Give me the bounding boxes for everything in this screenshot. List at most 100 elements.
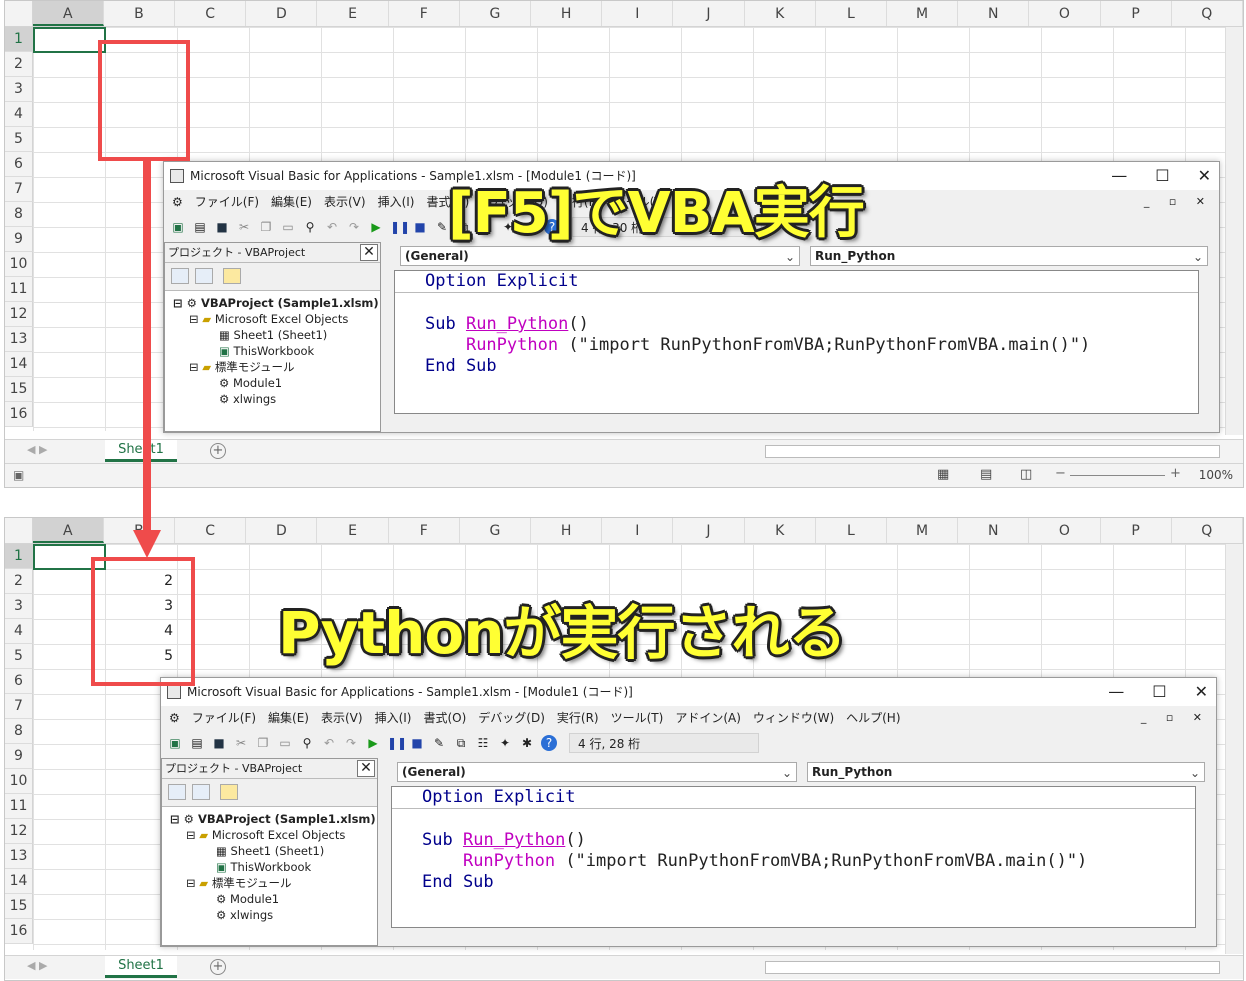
close-icon[interactable]: ✕ <box>357 760 375 777</box>
column-header-c[interactable]: C <box>175 518 247 543</box>
menu-run[interactable]: 実行(R) <box>557 706 599 730</box>
column-header-h[interactable]: H <box>531 1 603 26</box>
code-vertical-scrollbar[interactable] <box>1198 786 1214 928</box>
row-header-13[interactable]: 13 <box>5 844 33 869</box>
column-header-m[interactable]: M <box>887 518 959 543</box>
stop-icon[interactable]: ■ <box>412 219 428 235</box>
row-header-6[interactable]: 6 <box>5 669 33 694</box>
menu-file[interactable]: ファイル(F) <box>192 706 256 730</box>
sheet-tab-sheet1[interactable]: Sheet1 <box>105 956 177 978</box>
column-header-l[interactable]: L <box>816 518 887 543</box>
column-header-o[interactable]: O <box>1029 1 1101 26</box>
menu-insert[interactable]: 挿入(I) <box>375 706 412 730</box>
row-header-10[interactable]: 10 <box>5 769 33 794</box>
redo-icon[interactable]: ↷ <box>346 219 362 235</box>
row-header-8[interactable]: 8 <box>5 202 33 227</box>
object-browser-icon[interactable]: ✦ <box>497 735 513 751</box>
menu-view[interactable]: 表示(V) <box>324 190 366 214</box>
run-icon[interactable]: ▶ <box>368 219 384 235</box>
stop-icon[interactable]: ■ <box>409 735 425 751</box>
horizontal-scrollbar[interactable] <box>765 961 1220 974</box>
row-header-15[interactable]: 15 <box>5 377 33 402</box>
tree-item-module1[interactable]: ⚙ Module1 <box>167 375 378 391</box>
row-header-1[interactable]: 1 <box>5 544 33 569</box>
row-header-5[interactable]: 5 <box>5 644 33 669</box>
column-header-m[interactable]: M <box>887 1 959 26</box>
save-icon[interactable]: ■ <box>214 219 230 235</box>
tree-item-xlwings[interactable]: ⚙ xlwings <box>164 907 375 923</box>
view-code-icon[interactable] <box>168 784 186 800</box>
normal-view-icon[interactable]: ▦ <box>937 467 949 482</box>
column-header-q[interactable]: Q <box>1172 1 1243 26</box>
row-header-2[interactable]: 2 <box>5 52 33 77</box>
menu-icon[interactable]: ⚙ <box>169 706 180 730</box>
mdi-controls[interactable]: _ ▫ ✕ <box>1144 190 1213 214</box>
menu-file[interactable]: ファイル(F) <box>195 190 259 214</box>
tree-item-module1[interactable]: ⚙ Module1 <box>164 891 375 907</box>
insert-module-icon[interactable]: ▤ <box>189 735 205 751</box>
tree-item-sheet1[interactable]: ▦ Sheet1 (Sheet1) <box>167 327 378 343</box>
row-header-8[interactable]: 8 <box>5 719 33 744</box>
paste-icon[interactable]: ▭ <box>277 735 293 751</box>
find-icon[interactable]: ⚲ <box>299 735 315 751</box>
page-break-icon[interactable]: ◫ <box>1020 467 1032 482</box>
active-cell-a1[interactable] <box>33 27 106 53</box>
menu-insert[interactable]: 挿入(I) <box>378 190 415 214</box>
redo-icon[interactable]: ↷ <box>343 735 359 751</box>
column-header-g[interactable]: G <box>460 518 531 543</box>
maximize-icon[interactable]: ☐ <box>1152 678 1166 706</box>
row-header-10[interactable]: 10 <box>5 252 33 277</box>
column-header-p[interactable]: P <box>1101 1 1172 26</box>
pause-icon[interactable]: ❚❚ <box>387 735 407 751</box>
tree-item-standard-modules[interactable]: ⊟ ▰ 標準モジュール <box>164 875 375 891</box>
procedure-combo[interactable]: Run_Python ⌄ <box>810 246 1208 266</box>
column-header-k[interactable]: K <box>745 1 816 26</box>
row-header-5[interactable]: 5 <box>5 127 33 152</box>
tree-item-vbaproject[interactable]: ⊟ ⚙ VBAProject (Sample1.xlsm) <box>164 811 376 827</box>
code-editor[interactable]: Option Explicit Sub Run_Python() RunPytho… <box>394 270 1199 414</box>
menu-view[interactable]: 表示(V) <box>321 706 363 730</box>
tree-item-thisworkbook[interactable]: ▣ ThisWorkbook <box>167 343 378 359</box>
view-object-icon[interactable] <box>192 784 210 800</box>
row-header-14[interactable]: 14 <box>5 352 33 377</box>
row-header-6[interactable]: 6 <box>5 152 33 177</box>
menu-tools[interactable]: ツール(T) <box>611 706 664 730</box>
vertical-scrollbar[interactable] <box>1225 27 1243 435</box>
column-header-p[interactable]: P <box>1101 518 1172 543</box>
find-icon[interactable]: ⚲ <box>302 219 318 235</box>
menu-debug[interactable]: デバッグ(D) <box>478 706 545 730</box>
excel-icon[interactable]: ▣ <box>170 219 186 235</box>
row-header-11[interactable]: 11 <box>5 794 33 819</box>
row-header-16[interactable]: 16 <box>5 919 33 944</box>
close-icon[interactable]: ✕ <box>360 244 378 261</box>
zoom-in-icon[interactable]: + <box>1170 466 1181 481</box>
column-header-d[interactable]: D <box>246 518 318 543</box>
column-header-j[interactable]: J <box>673 518 745 543</box>
code-editor[interactable]: Option Explicit Sub Run_Python() RunPytho… <box>391 786 1196 928</box>
sheet-nav-arrows-icon[interactable]: ◀ ▶ <box>27 959 47 972</box>
plus-circle-icon[interactable]: + <box>210 959 226 975</box>
row-header-4[interactable]: 4 <box>5 619 33 644</box>
save-icon[interactable]: ■ <box>211 735 227 751</box>
column-header-c[interactable]: C <box>175 1 247 26</box>
column-header-f[interactable]: F <box>389 1 460 26</box>
menu-edit[interactable]: 編集(E) <box>271 190 312 214</box>
view-code-icon[interactable] <box>171 268 189 284</box>
row-header-3[interactable]: 3 <box>5 594 33 619</box>
column-header-j[interactable]: J <box>673 1 745 26</box>
row-header-14[interactable]: 14 <box>5 869 33 894</box>
undo-icon[interactable]: ↶ <box>324 219 340 235</box>
column-header-i[interactable]: I <box>602 518 674 543</box>
object-combo[interactable]: (General) ⌄ <box>400 246 800 266</box>
minimize-icon[interactable]: — <box>1108 678 1124 706</box>
pause-icon[interactable]: ❚❚ <box>390 219 410 235</box>
cut-icon[interactable]: ✂ <box>233 735 249 751</box>
column-header-f[interactable]: F <box>389 518 460 543</box>
menu-icon[interactable]: ⚙ <box>172 190 183 214</box>
column-header-l[interactable]: L <box>816 1 887 26</box>
toolbox-icon[interactable]: ✱ <box>519 735 535 751</box>
run-icon[interactable]: ▶ <box>365 735 381 751</box>
select-all-corner[interactable] <box>5 1 33 26</box>
column-header-h[interactable]: H <box>531 518 603 543</box>
column-header-n[interactable]: N <box>958 1 1030 26</box>
